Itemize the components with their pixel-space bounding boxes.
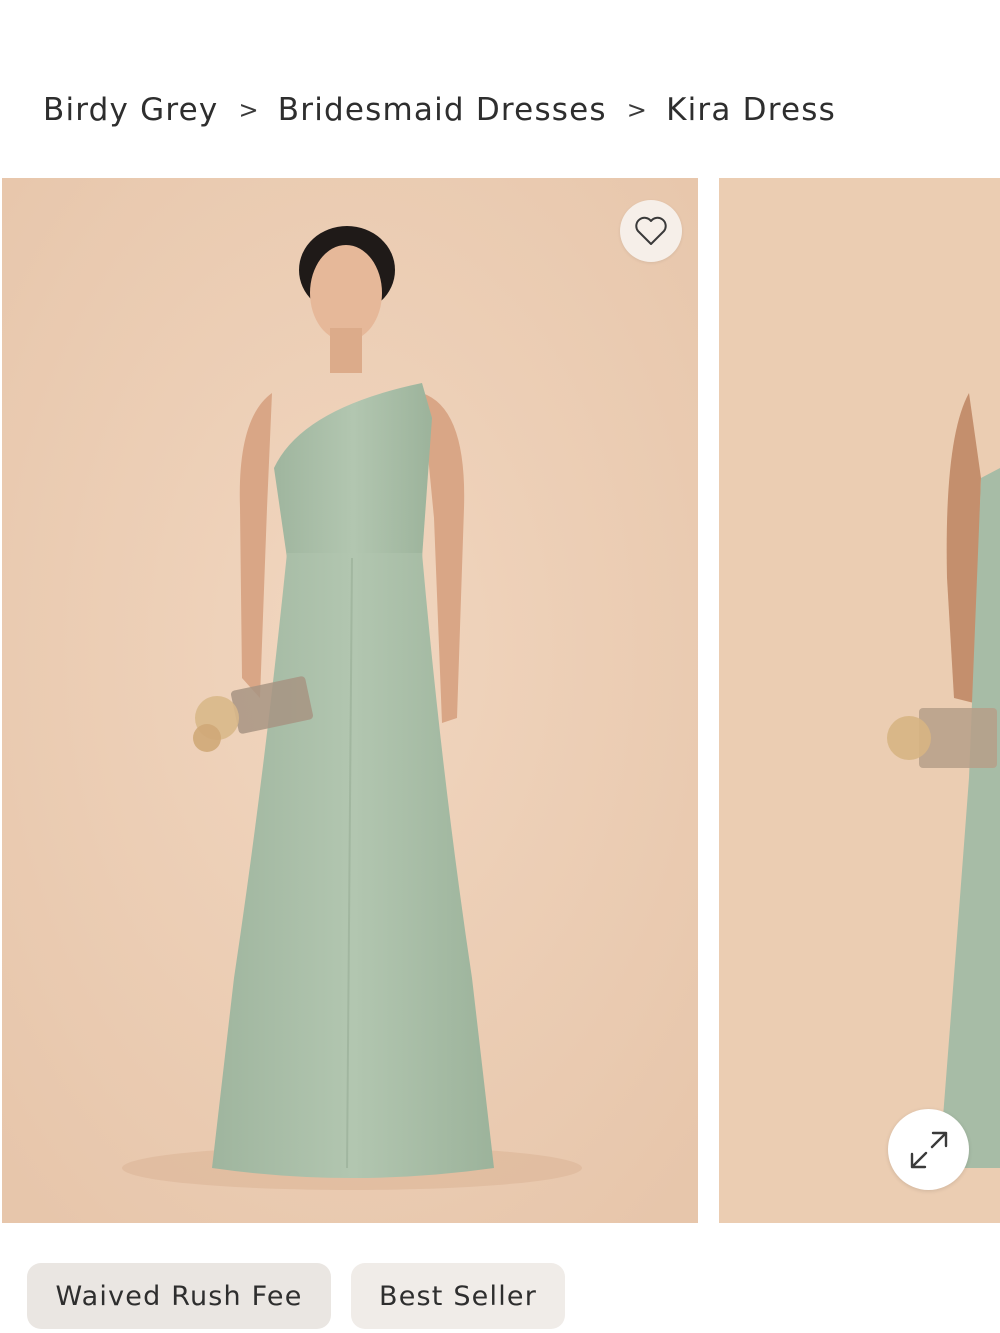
breadcrumb-separator: >: [238, 96, 260, 124]
heart-outline-icon: [635, 216, 667, 245]
expand-image-button[interactable]: [888, 1109, 969, 1190]
breadcrumb-link-home[interactable]: Birdy Grey: [43, 92, 218, 128]
product-image-gallery[interactable]: [0, 178, 1000, 1223]
breadcrumb: Birdy Grey > Bridesmaid Dresses > Kira D…: [43, 92, 836, 128]
breadcrumb-link-category[interactable]: Bridesmaid Dresses: [278, 92, 607, 128]
badge-best-seller: Best Seller: [351, 1263, 565, 1329]
badge-waived-rush-fee: Waived Rush Fee: [27, 1263, 331, 1329]
model-photo-secondary: [719, 178, 1000, 1223]
breadcrumb-current-page: Kira Dress: [666, 92, 836, 128]
expand-arrows-icon: [910, 1131, 947, 1168]
product-image-secondary[interactable]: [719, 178, 1000, 1223]
product-badges: Waived Rush Fee Best Seller: [27, 1263, 565, 1329]
breadcrumb-separator: >: [626, 96, 649, 124]
model-photo: [2, 178, 698, 1223]
favorite-button[interactable]: [620, 200, 682, 262]
product-image-main[interactable]: [2, 178, 698, 1223]
